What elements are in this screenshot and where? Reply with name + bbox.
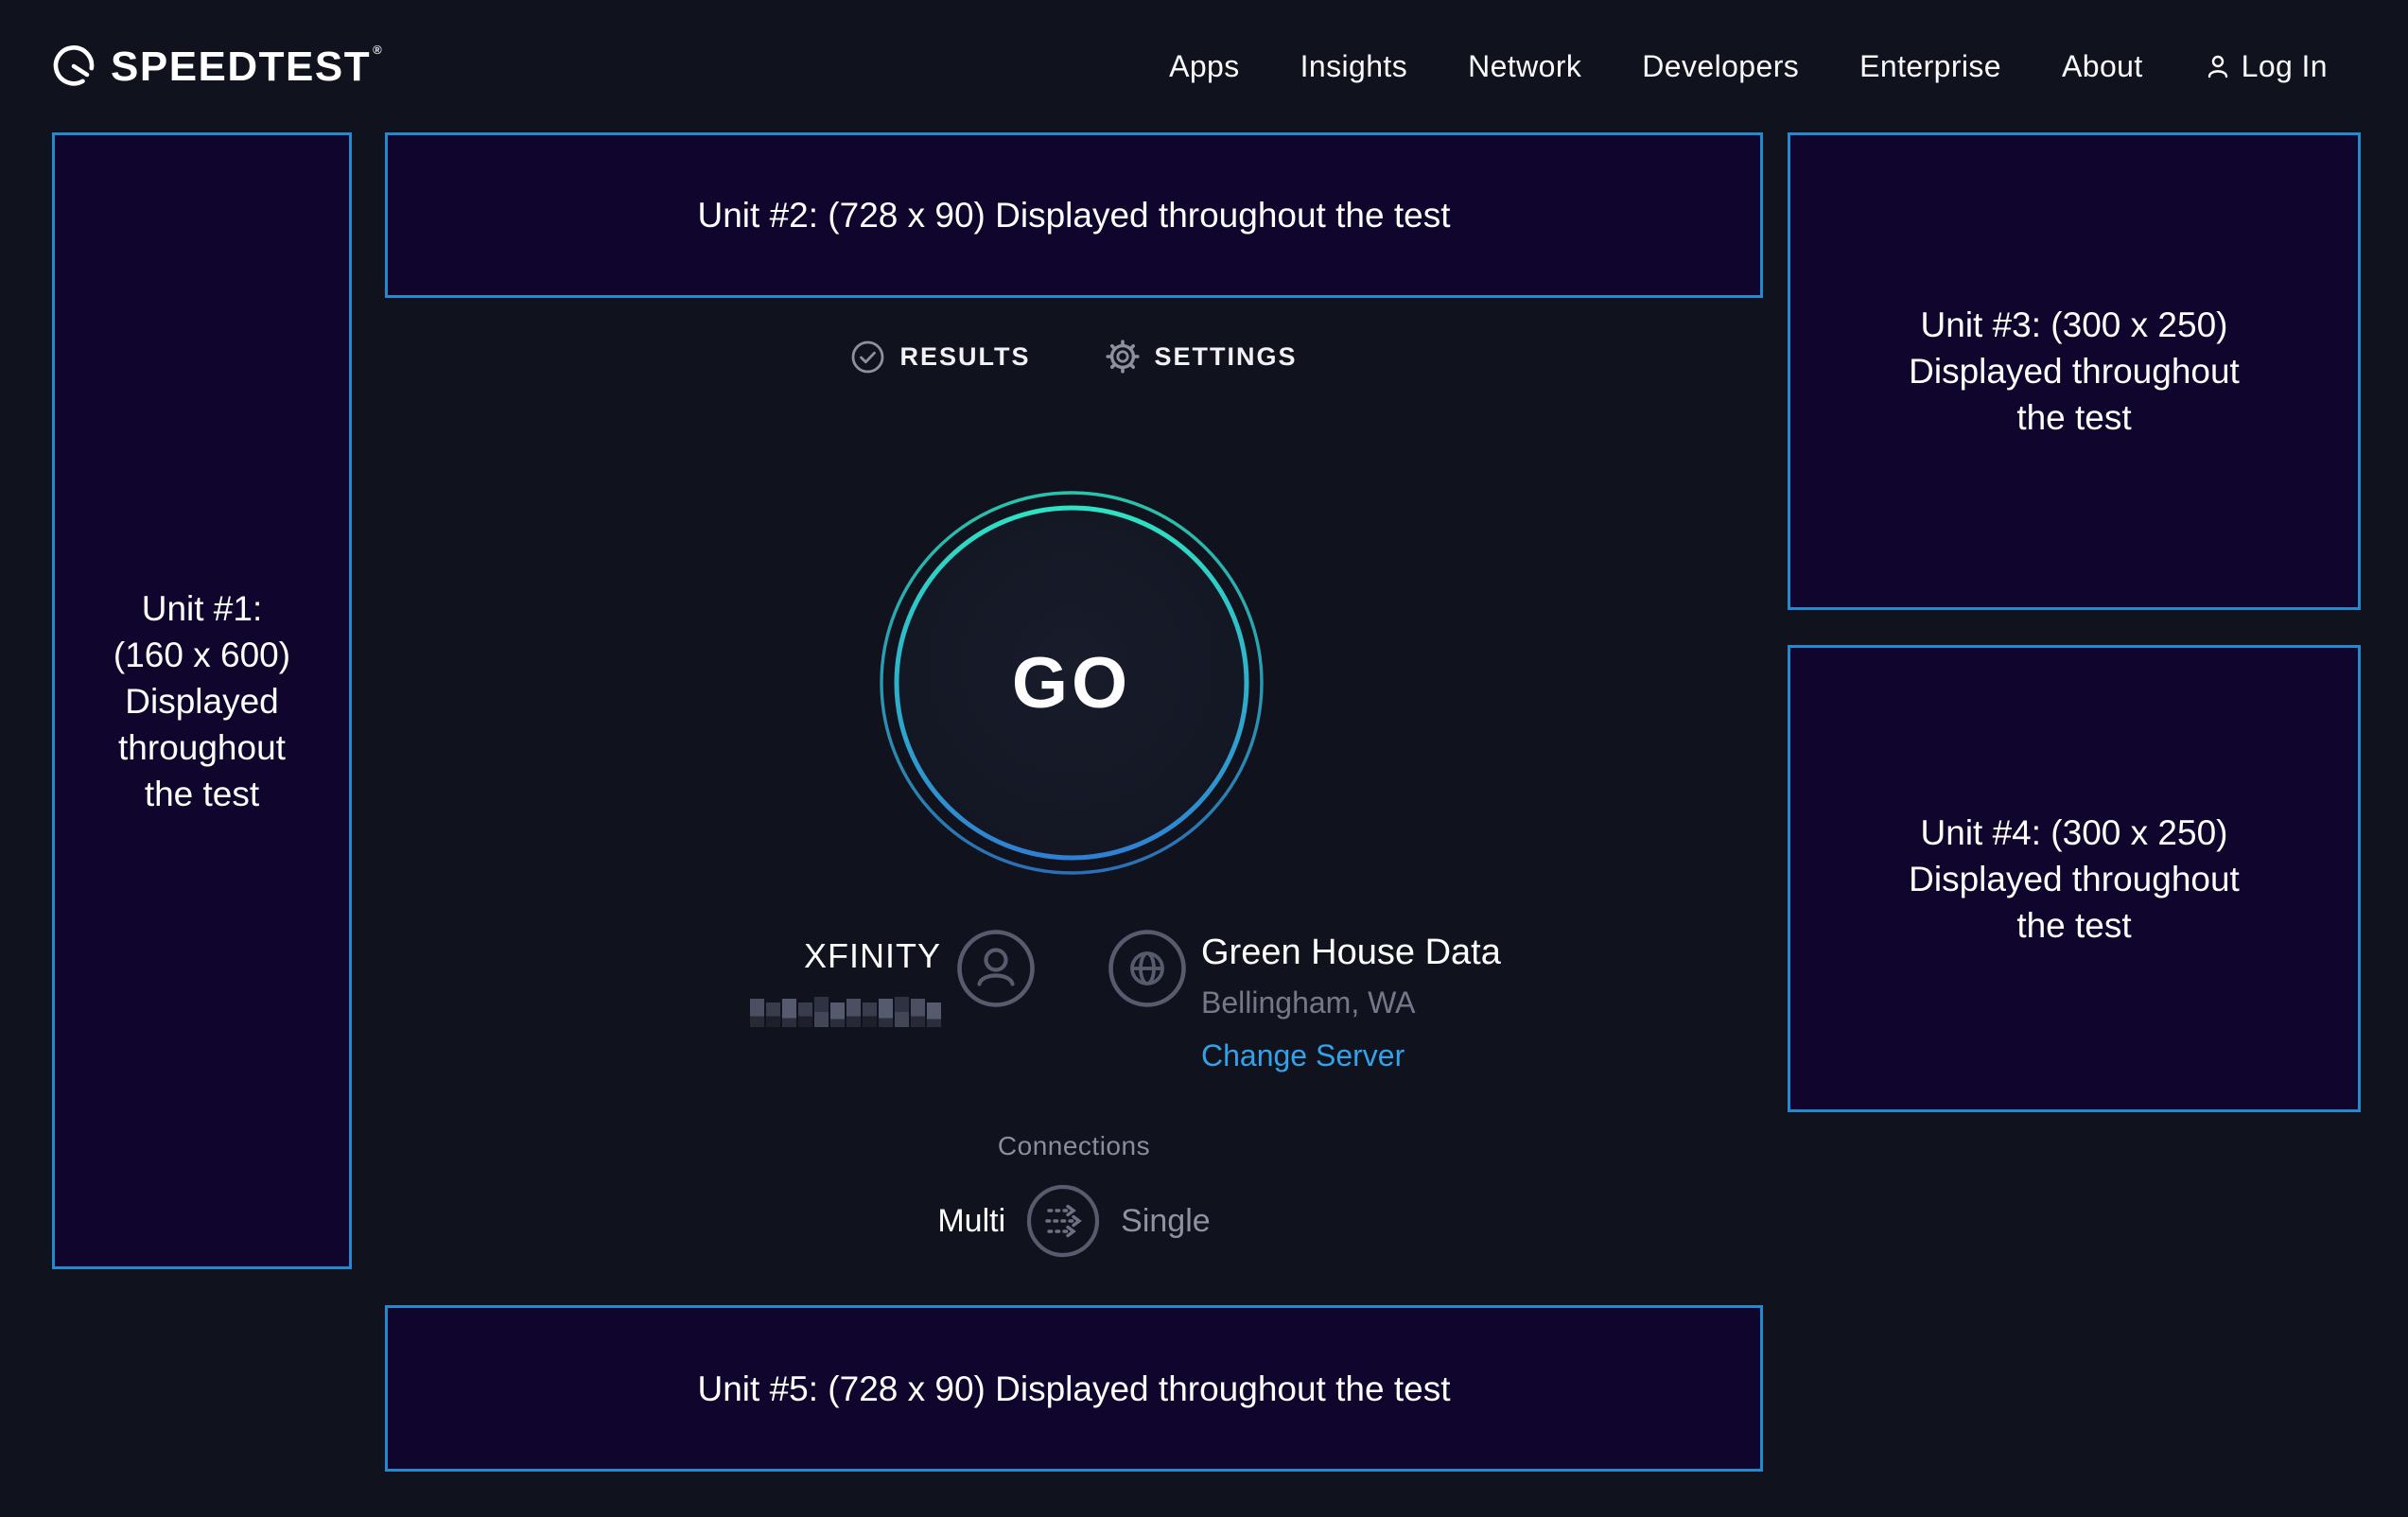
check-circle-icon [850, 340, 885, 375]
isp-name: XFINITY [695, 936, 941, 976]
speedometer-icon [52, 44, 96, 88]
header: SPEEDTEST® Apps Insights Network Develop… [0, 0, 2408, 132]
nav-item-about[interactable]: About [2062, 49, 2143, 84]
ad-unit-4[interactable]: Unit #4: (300 x 250) Displayed throughou… [1788, 645, 2361, 1112]
login-button[interactable]: Log In [2204, 49, 2328, 84]
server-globe-icon[interactable] [1108, 930, 1186, 1007]
results-settings-tabs: RESULTS SETTINGS [385, 339, 1763, 375]
server-name: Green House Data [1201, 932, 1501, 973]
trademark-mark: ® [373, 43, 383, 57]
ad-unit-3[interactable]: Unit #3: (300 x 250) Displayed throughou… [1788, 132, 2361, 610]
connections-option-single[interactable]: Single [1121, 1203, 1211, 1240]
connections-label: Connections [385, 1131, 1763, 1161]
tab-results[interactable]: RESULTS [850, 340, 1030, 375]
ad-unit-1[interactable]: Unit #1: (160 x 600) Displayed throughou… [52, 132, 352, 1269]
user-icon [2204, 52, 2232, 80]
gear-icon [1105, 339, 1141, 375]
server-location: Bellingham, WA [1201, 985, 1501, 1020]
connections-option-multi[interactable]: Multi [937, 1203, 1005, 1240]
ad-unit-5[interactable]: Unit #5: (728 x 90) Displayed throughout… [385, 1305, 1763, 1472]
main-nav: Apps Insights Network Developers Enterpr… [1169, 49, 2328, 84]
multi-connection-toggle-icon[interactable] [1026, 1184, 1100, 1258]
nav-item-insights[interactable]: Insights [1300, 49, 1407, 84]
tab-settings[interactable]: SETTINGS [1105, 339, 1298, 375]
nav-item-network[interactable]: Network [1468, 49, 1581, 84]
speedtest-logo[interactable]: SPEEDTEST® [52, 43, 383, 91]
logo-wordmark: SPEEDTEST® [111, 43, 383, 91]
redacted-ip-address [748, 997, 941, 1027]
isp-user-icon[interactable] [957, 930, 1035, 1007]
nav-item-developers[interactable]: Developers [1642, 49, 1799, 84]
change-server-link[interactable]: Change Server [1201, 1037, 1405, 1073]
isp-info: XFINITY [695, 936, 941, 1032]
go-label: GO [879, 490, 1265, 876]
nav-item-enterprise[interactable]: Enterprise [1859, 49, 2001, 84]
go-button[interactable]: GO [879, 490, 1265, 876]
server-info: Green House Data Bellingham, WA Change S… [1201, 932, 1501, 1073]
nav-item-apps[interactable]: Apps [1169, 49, 1240, 84]
connections-section: Connections Multi Single [385, 1131, 1763, 1258]
ad-unit-2[interactable]: Unit #2: (728 x 90) Displayed throughout… [385, 132, 1763, 298]
